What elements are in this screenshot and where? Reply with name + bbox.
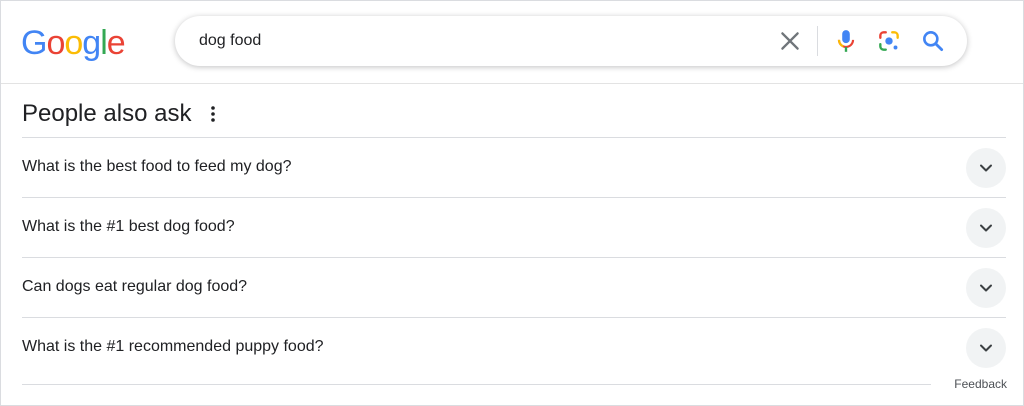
svg-text:Google: Google [21,24,125,62]
chevron-down-icon[interactable] [966,148,1006,188]
close-icon[interactable] [777,28,803,54]
paa-bottom-divider [22,384,931,385]
feedback-link[interactable]: Feedback [954,377,1007,391]
camera-lens-icon[interactable] [876,28,902,54]
paa-question-text: What is the best food to feed my dog? [22,158,292,175]
google-logo[interactable]: Google [21,21,125,65]
search-divider [817,26,818,56]
paa-list: What is the best food to feed my dog? Wh… [22,137,1006,377]
search-box [175,16,967,66]
paa-question[interactable]: What is the #1 recommended puppy food? [22,317,1006,377]
chevron-down-icon[interactable] [966,208,1006,248]
search-input[interactable] [199,29,759,53]
header: Google [1,1,1023,84]
paa-question-text: What is the #1 best dog food? [22,218,235,235]
paa-question-text: Can dogs eat regular dog food? [22,278,248,295]
paa-heading: People also ask [22,100,192,127]
search-icon[interactable] [920,28,946,54]
chevron-down-icon[interactable] [966,328,1006,368]
more-vert-icon[interactable] [201,101,225,127]
paa-question-text: What is the #1 recommended puppy food? [22,338,324,355]
paa-question[interactable]: What is the #1 best dog food? [22,197,1006,257]
search-results-panel: Google dog food People also ask What is … [0,0,1024,406]
paa-question[interactable]: What is the best food to feed my dog? [22,137,1006,197]
paa-question[interactable]: Can dogs eat regular dog food? [22,257,1006,317]
microphone-icon[interactable] [833,28,859,54]
chevron-down-icon[interactable] [966,268,1006,308]
